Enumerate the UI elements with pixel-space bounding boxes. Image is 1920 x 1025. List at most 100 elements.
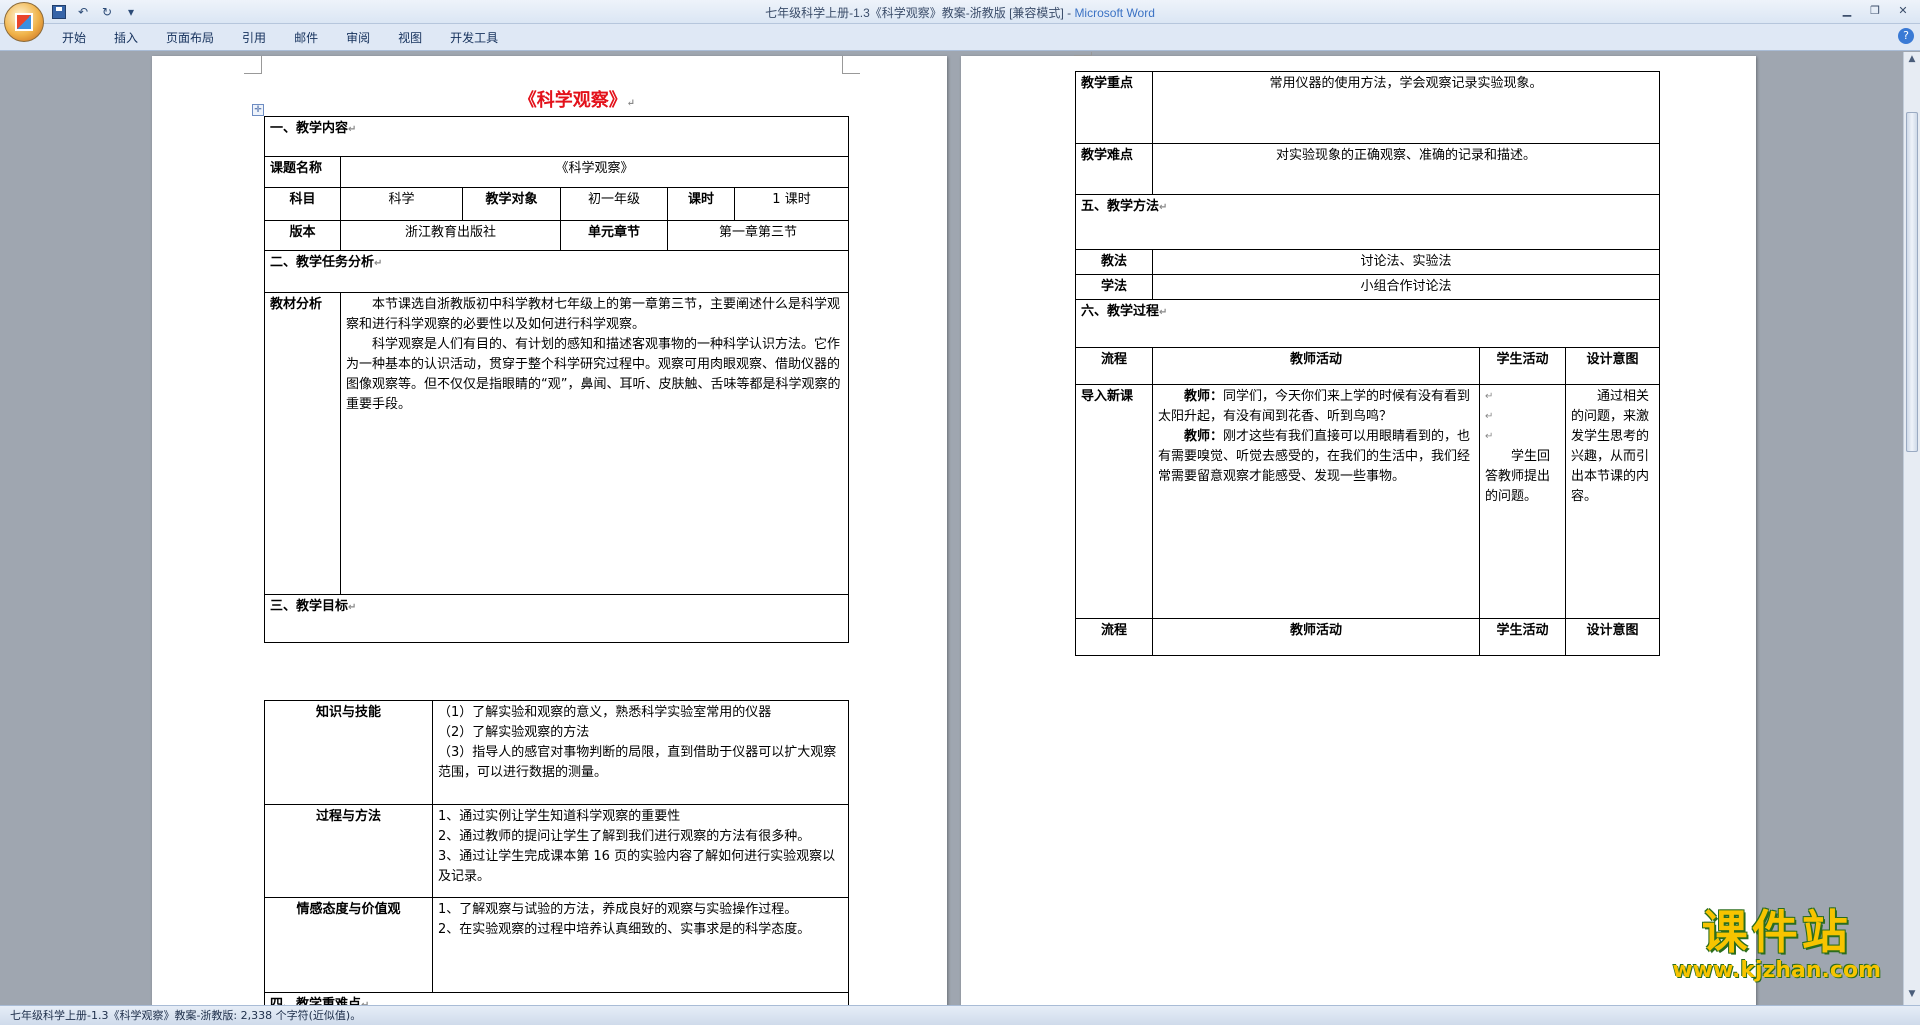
teacher-tag: 教师： (1184, 429, 1224, 444)
ribbon-tabs: 开始 插入 页面布局 引用 邮件 审阅 视图 开发工具 (48, 29, 512, 47)
status-text: 七年级科学上册-1.3《科学观察》教案-浙教版: 2,338 个字符(近似值)。 (10, 1009, 362, 1022)
flow-label: 导入新课 (1075, 384, 1153, 619)
cell-label: 情感态度与价值观 (264, 897, 433, 993)
page-2: 教学重点 常用仪器的使用方法，学会观察记录实验现象。 教学难点 对实验现象的正确… (961, 52, 1756, 1005)
tab-insert[interactable]: 插入 (100, 29, 152, 47)
cell-label: 学法 (1075, 274, 1153, 300)
process-cell: 1、通过实例让学生知道科学观察的重要性 2、通过教师的提问让学生了解到我们进行观… (432, 804, 849, 898)
section-heading: 四、教学重难点↵ (264, 992, 849, 1005)
objective-item: （3）指导人的感官对事物判断的局限，直到借助于仪器可以扩大观察范围，可以进行数据… (438, 745, 837, 780)
cell-label: 过程与方法 (264, 804, 433, 898)
cell-value: 对实验现象的正确观察、准确的记录和描述。 (1152, 143, 1660, 195)
office-logo-icon (15, 13, 33, 31)
teacher-paragraph: 教师：同学们，今天你们来上学的时候有没有看到太阳升起，有没有闻到花香、听到鸟鸣？ (1158, 387, 1474, 427)
cell-value: 讨论法、实验法 (1152, 249, 1660, 275)
objective-item: （1）了解实验和观察的意义，熟悉科学实验室常用的仪器 (438, 705, 772, 720)
cell-label: 教材分析 (264, 292, 341, 595)
cell-value: 1 课时 (734, 187, 849, 221)
vertical-scrollbar[interactable]: ▲ ▼ (1903, 52, 1920, 1005)
cell-label: 教法 (1075, 249, 1153, 275)
section-heading: 五、教学方法↵ (1075, 194, 1660, 250)
cell-value: 初一年级 (560, 187, 668, 221)
tab-page-layout[interactable]: 页面布局 (152, 29, 228, 47)
column-header: 学生活动 (1479, 347, 1566, 385)
scroll-down-icon[interactable]: ▼ (1906, 989, 1918, 1001)
cell-label: 版本 (264, 220, 341, 251)
teacher-tag: 教师： (1184, 389, 1224, 404)
analysis-paragraph: 本节课选自浙教版初中科学教材七年级上的第一章第三节，主要阐述什么是科学观察和进行… (346, 297, 841, 332)
restore-button[interactable]: ❐ (1862, 1, 1888, 19)
cell-label: 教学难点 (1075, 143, 1153, 195)
tab-home[interactable]: 开始 (48, 29, 100, 47)
document-title: 七年级科学上册-1.3《科学观察》教案-浙教版 [兼容模式] - (765, 6, 1075, 20)
column-header: 教师活动 (1152, 618, 1480, 656)
section-heading: 一、教学内容↵ (264, 116, 849, 157)
heading-text: 《科学观察》 (518, 90, 627, 111)
cell-label: 课时 (667, 187, 735, 221)
tab-mailings[interactable]: 邮件 (280, 29, 332, 47)
objective-item: 2、在实验观察的过程中培养认真细致的、实事求是的科学态度。 (438, 922, 811, 937)
cell-label: 科目 (264, 187, 341, 221)
help-icon[interactable]: ? (1898, 28, 1914, 44)
objective-item: 1、了解观察与试验的方法，养成良好的观察与实验操作过程。 (438, 902, 798, 917)
process-table: 流程 教师活动 学生活动 设计意图 导入新课 教师：同学们，今天你们来上学的时候… (1075, 347, 1660, 656)
objective-item: 2、通过教师的提问让学生了解到我们进行观察的方法有很多种。 (438, 829, 811, 844)
window-controls: ▁ ❐ ✕ (1834, 1, 1916, 19)
analysis-paragraph: 科学观察是人们有目的、有计划的感知和描述客观事物的一种科学认识方法。它作为一种基… (346, 337, 841, 412)
cell-value: 科学 (340, 187, 463, 221)
section-heading: 六、教学过程↵ (1075, 299, 1660, 348)
section-title: 六、教学过程 (1081, 304, 1160, 319)
tab-references[interactable]: 引用 (228, 29, 280, 47)
cell-value: 第一章第三节 (667, 220, 849, 251)
analysis-cell: 本节课选自浙教版初中科学教材七年级上的第一章第三节，主要阐述什么是科学观察和进行… (340, 292, 849, 595)
cell-label: 知识与技能 (264, 700, 433, 805)
tab-developer[interactable]: 开发工具 (436, 29, 512, 47)
objective-item: （2）了解实验观察的方法 (438, 725, 590, 740)
student-activity-cell: ↵ ↵ ↵ 学生回答教师提出的问题。 (1479, 384, 1566, 619)
cell-value: 《科学观察》 (340, 156, 849, 188)
section-heading: 二、教学任务分析↵ (264, 250, 849, 293)
crop-mark (1074, 52, 1092, 56)
attitude-cell: 1、了解观察与试验的方法，养成良好的观察与实验操作过程。 2、在实验观察的过程中… (432, 897, 849, 993)
teacher-activity-cell: 教师：同学们，今天你们来上学的时候有没有看到太阳升起，有没有闻到花香、听到鸟鸣？… (1152, 384, 1480, 619)
lesson-table: 一、教学内容↵ 课题名称 《科学观察》 科目 科学 教学对象 初一年级 课时 1… (264, 116, 849, 643)
section-title: 四、教学重难点 (270, 997, 362, 1005)
cell-value: 常用仪器的使用方法，学会观察记录实验现象。 (1152, 71, 1660, 144)
minimize-button[interactable]: ▁ (1834, 1, 1860, 19)
tab-review[interactable]: 审阅 (332, 29, 384, 47)
watermark-url: www.kjzhan.com (1672, 958, 1881, 983)
method-table: 教学重点 常用仪器的使用方法，学会观察记录实验现象。 教学难点 对实验现象的正确… (1075, 71, 1660, 348)
close-button[interactable]: ✕ (1890, 1, 1916, 19)
watermark-logo: 课件站 www.kjzhan.com (1672, 906, 1881, 983)
design-intent-cell: 通过相关的问题，来激发学生思考的兴趣，从而引出本节课的内容。 (1565, 384, 1660, 619)
objective-item: 3、通过让学生完成课本第 16 页的实验内容了解如何进行实验观察以及记录。 (438, 849, 836, 884)
cell-label: 单元章节 (560, 220, 668, 251)
objectives-table: 知识与技能 （1）了解实验和观察的意义，熟悉科学实验室常用的仪器 （2）了解实验… (264, 700, 849, 1005)
column-header: 设计意图 (1565, 347, 1660, 385)
cell-label: 教学重点 (1075, 71, 1153, 144)
document-heading: 《科学观察》↵ (518, 90, 636, 111)
section-title: 二、教学任务分析 (270, 255, 375, 270)
page-1: 《科学观察》↵ ✛ 一、教学内容↵ 课题名称 《科学观察》 科目 科学 教学对象… (152, 56, 947, 1005)
cell-label: 教学对象 (462, 187, 561, 221)
watermark-text: 课件站 (1701, 905, 1852, 959)
section-title: 一、教学内容 (270, 121, 349, 136)
office-button[interactable] (4, 2, 44, 42)
scroll-up-icon[interactable]: ▲ (1906, 54, 1918, 66)
crop-mark (842, 56, 860, 74)
teacher-paragraph: 教师：刚才这些有我们直接可以用眼睛看到的，也有需要嗅觉、听觉去感受的，在我们的生… (1158, 427, 1474, 487)
tab-view[interactable]: 视图 (384, 29, 436, 47)
knowledge-cell: （1）了解实验和观察的意义，熟悉科学实验室常用的仪器 （2）了解实验观察的方法 … (432, 700, 849, 805)
scrollbar-thumb[interactable] (1906, 112, 1918, 452)
design-text: 通过相关的问题，来激发学生思考的兴趣，从而引出本节课的内容。 (1571, 389, 1650, 504)
column-header: 流程 (1075, 618, 1153, 656)
status-bar: 七年级科学上册-1.3《科学观察》教案-浙教版: 2,338 个字符(近似值)。 (0, 1005, 1920, 1025)
table-move-handle[interactable]: ✛ (252, 104, 264, 116)
section-heading: 三、教学目标↵ (264, 594, 849, 643)
window-title: 七年级科学上册-1.3《科学观察》教案-浙教版 [兼容模式] - Microso… (0, 4, 1920, 21)
column-header: 设计意图 (1565, 618, 1660, 656)
column-header: 流程 (1075, 347, 1153, 385)
cell-value: 小组合作讨论法 (1152, 274, 1660, 300)
section-title: 五、教学方法 (1081, 199, 1160, 214)
objective-item: 1、通过实例让学生知道科学观察的重要性 (438, 809, 681, 824)
